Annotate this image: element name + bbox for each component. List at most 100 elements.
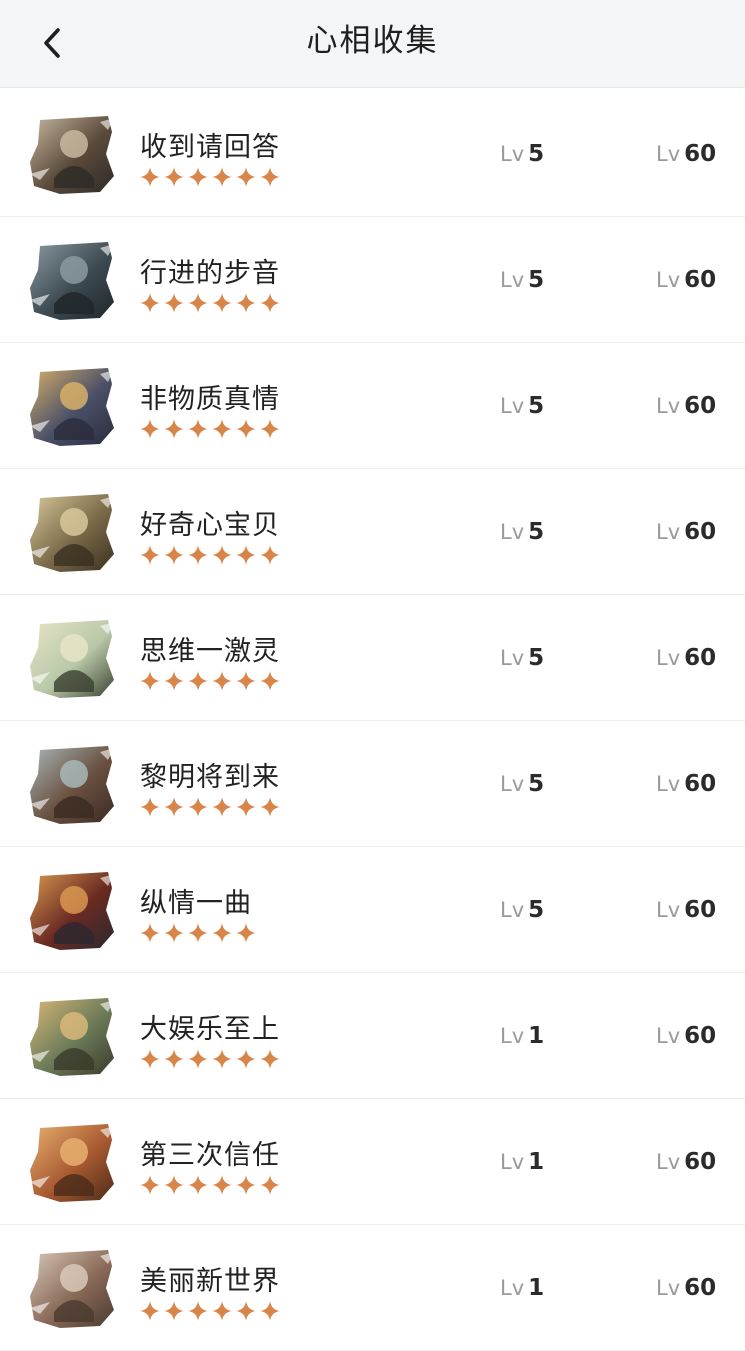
list-item[interactable]: 大娱乐至上 Lv 1 Lv 60 — [0, 973, 745, 1099]
star-icon — [236, 1301, 260, 1321]
max-level-value: 60 — [684, 141, 717, 167]
list-item[interactable]: 思维一激灵 Lv 5 Lv 60 — [0, 595, 745, 721]
top-bar: 心相收集 — [0, 0, 745, 88]
max-level-value: 60 — [684, 645, 717, 671]
card-name: 行进的步音 — [140, 258, 280, 289]
level-label: Lv — [500, 772, 525, 796]
list-item[interactable]: 黎明将到来 Lv 5 Lv 60 — [0, 721, 745, 847]
card-name: 收到请回答 — [140, 132, 280, 163]
current-level: Lv 1 — [500, 1147, 544, 1179]
level-value: 1 — [528, 1275, 545, 1301]
list-item[interactable]: 纵情一曲 Lv 5 Lv 60 — [0, 847, 745, 973]
collection-list: 收到请回答 Lv 5 Lv 60 行进的步音 Lv 5 Lv 60 非物质真情 Lv 5 Lv 60 好奇心宝… — [0, 91, 745, 1351]
star-icon — [140, 419, 164, 439]
star-icon — [260, 671, 284, 691]
star-icon — [188, 923, 212, 943]
card-avatar — [30, 744, 114, 824]
level-label: Lv — [500, 394, 525, 418]
star-icon — [236, 545, 260, 565]
level-label: Lv — [500, 520, 525, 544]
card-avatar — [30, 618, 114, 698]
max-level: Lv 60 — [656, 265, 716, 297]
card-avatar — [30, 996, 114, 1076]
star-icon — [164, 293, 188, 313]
max-level: Lv 60 — [656, 1021, 716, 1053]
max-level-value: 60 — [684, 1275, 717, 1301]
star-icon — [212, 293, 236, 313]
level-value: 5 — [528, 897, 545, 923]
max-level: Lv 60 — [656, 139, 716, 171]
star-icon — [140, 923, 164, 943]
list-item[interactable]: 非物质真情 Lv 5 Lv 60 — [0, 343, 745, 469]
star-icon — [164, 419, 188, 439]
list-item[interactable]: 收到请回答 Lv 5 Lv 60 — [0, 91, 745, 217]
star-rating — [140, 797, 284, 817]
star-icon — [260, 293, 284, 313]
star-icon — [164, 797, 188, 817]
level-value: 1 — [528, 1149, 545, 1175]
level-value: 5 — [528, 519, 545, 545]
card-name: 纵情一曲 — [140, 888, 252, 919]
star-icon — [236, 671, 260, 691]
current-level: Lv 5 — [500, 391, 544, 423]
max-level-label: Lv — [656, 1150, 681, 1174]
level-label: Lv — [500, 1024, 525, 1048]
current-level: Lv 5 — [500, 517, 544, 549]
star-icon — [212, 1049, 236, 1069]
list-item[interactable]: 美丽新世界 Lv 1 Lv 60 — [0, 1225, 745, 1351]
star-icon — [188, 545, 212, 565]
star-icon — [164, 1175, 188, 1195]
star-icon — [212, 923, 236, 943]
star-icon — [212, 419, 236, 439]
max-level-label: Lv — [656, 394, 681, 418]
level-value: 5 — [528, 267, 545, 293]
star-icon — [140, 1049, 164, 1069]
max-level-value: 60 — [684, 519, 717, 545]
level-label: Lv — [500, 1150, 525, 1174]
max-level-label: Lv — [656, 520, 681, 544]
list-item[interactable]: 好奇心宝贝 Lv 5 Lv 60 — [0, 469, 745, 595]
star-icon — [140, 797, 164, 817]
level-value: 5 — [528, 393, 545, 419]
star-icon — [140, 293, 164, 313]
card-name: 非物质真情 — [140, 384, 280, 415]
star-icon — [140, 671, 164, 691]
max-level-label: Lv — [656, 268, 681, 292]
star-icon — [188, 1175, 212, 1195]
max-level-label: Lv — [656, 772, 681, 796]
level-label: Lv — [500, 1276, 525, 1300]
star-icon — [236, 419, 260, 439]
star-rating — [140, 167, 284, 187]
star-icon — [260, 545, 284, 565]
current-level: Lv 5 — [500, 265, 544, 297]
card-avatar — [30, 1248, 114, 1328]
card-name: 美丽新世界 — [140, 1266, 280, 1297]
star-icon — [188, 1301, 212, 1321]
card-avatar — [30, 870, 114, 950]
max-level-value: 60 — [684, 267, 717, 293]
list-item[interactable]: 行进的步音 Lv 5 Lv 60 — [0, 217, 745, 343]
star-icon — [164, 671, 188, 691]
max-level-label: Lv — [656, 1024, 681, 1048]
star-icon — [236, 923, 260, 943]
star-rating — [140, 293, 284, 313]
card-avatar — [30, 1122, 114, 1202]
level-value: 5 — [528, 645, 545, 671]
star-icon — [212, 1301, 236, 1321]
star-rating — [140, 1175, 284, 1195]
star-icon — [260, 1301, 284, 1321]
level-value: 5 — [528, 141, 545, 167]
list-item[interactable]: 第三次信任 Lv 1 Lv 60 — [0, 1099, 745, 1225]
star-icon — [140, 167, 164, 187]
card-name: 第三次信任 — [140, 1140, 280, 1171]
star-icon — [164, 1301, 188, 1321]
star-icon — [236, 1049, 260, 1069]
max-level: Lv 60 — [656, 1273, 716, 1305]
max-level-value: 60 — [684, 393, 717, 419]
level-value: 5 — [528, 771, 545, 797]
card-avatar — [30, 114, 114, 194]
star-icon — [260, 1049, 284, 1069]
max-level-label: Lv — [656, 142, 681, 166]
star-icon — [188, 797, 212, 817]
max-level: Lv 60 — [656, 895, 716, 927]
